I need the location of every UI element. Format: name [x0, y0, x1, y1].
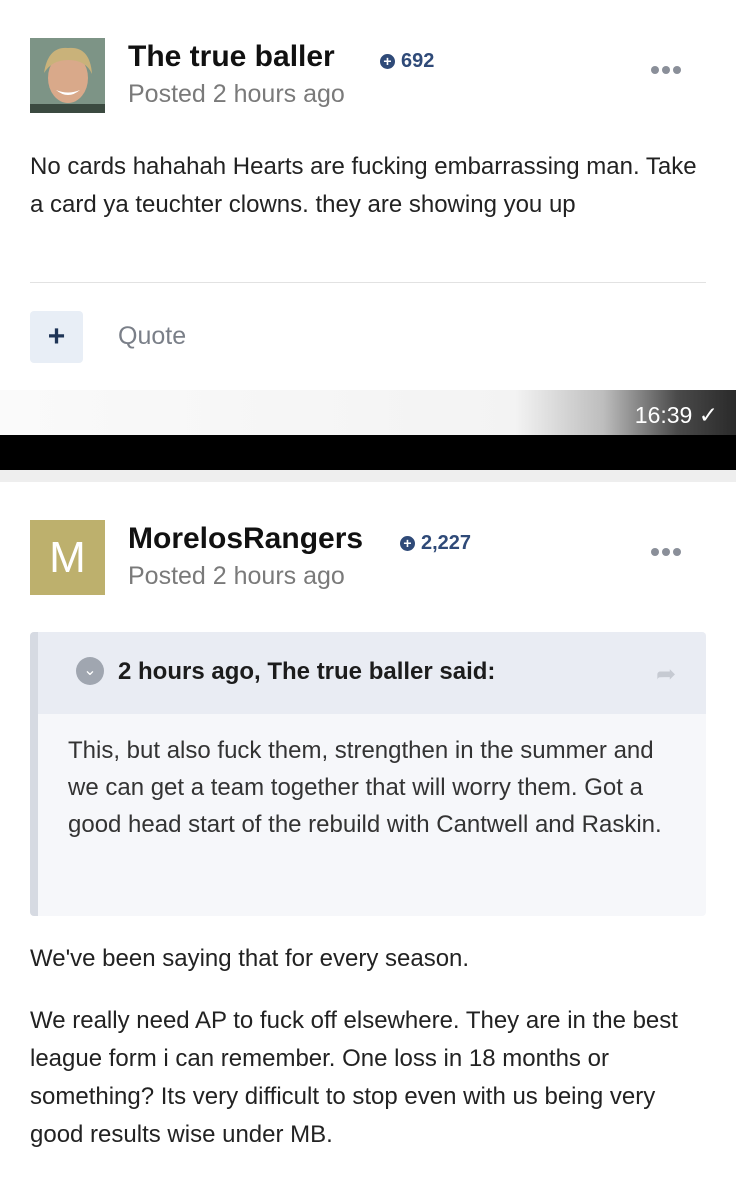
username[interactable]: MorelosRangers — [128, 522, 363, 556]
divider — [30, 282, 706, 283]
separator-bar — [0, 435, 736, 470]
avatar[interactable] — [30, 38, 105, 113]
post-content: No cards hahahah Hearts are fucking emba… — [30, 153, 697, 218]
post-paragraph: We've been saying that for every season. — [30, 945, 470, 972]
post-date[interactable]: Posted 2 hours ago — [128, 80, 345, 109]
message-time: 16:39 ✓ — [634, 402, 718, 428]
quote-block: ⌄ 2 hours ago, The true baller said: ➦ T… — [30, 632, 706, 916]
avatar-letter: M — [30, 520, 105, 595]
reputation-count: 2,227 — [421, 532, 472, 554]
quote-text: This, but also fuck them, strengthen in … — [68, 737, 662, 838]
post-1: The true baller + 692 Posted 2 hours ago… — [0, 0, 736, 395]
more-options-icon[interactable] — [651, 548, 681, 556]
quote-button[interactable]: Quote — [118, 322, 186, 351]
chevron-down-icon[interactable]: ⌄ — [76, 657, 104, 685]
quote-header[interactable]: ⌄ 2 hours ago, The true baller said: ➦ — [38, 632, 706, 714]
reputation-count: 692 — [401, 50, 435, 72]
reputation-plus-icon: + — [380, 54, 395, 69]
gap — [0, 470, 736, 482]
username[interactable]: The true baller — [128, 40, 335, 74]
more-options-icon[interactable] — [651, 66, 681, 74]
post-date[interactable]: Posted 2 hours ago — [128, 562, 345, 591]
plus-icon[interactable]: + — [30, 311, 83, 363]
post-paragraph: We really need AP to fuck off elsewhere.… — [30, 1007, 678, 1148]
avatar-photo — [30, 38, 105, 113]
reputation-badge: + 692 — [380, 50, 434, 73]
quote-border — [30, 632, 38, 916]
avatar[interactable]: M — [30, 520, 105, 595]
reputation-badge: + 2,227 — [400, 532, 471, 555]
share-icon[interactable]: ➦ — [656, 660, 676, 689]
message-footer — [0, 390, 736, 435]
quote-citation: 2 hours ago, The true baller said: — [118, 658, 496, 685]
reputation-plus-icon: + — [400, 536, 415, 551]
